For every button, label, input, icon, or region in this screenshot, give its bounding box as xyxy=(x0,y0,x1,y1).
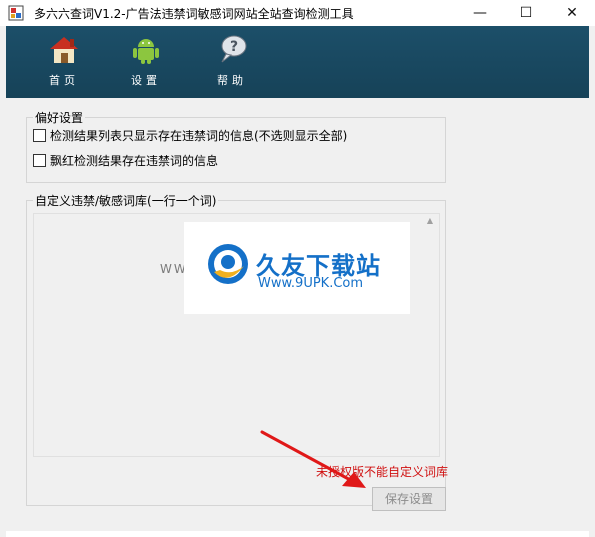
highlight-red-checkbox[interactable] xyxy=(33,154,46,167)
toolbar-home-button[interactable]: 首页 xyxy=(34,26,94,98)
close-button[interactable]: ✕ xyxy=(549,0,595,26)
filter-results-checkbox[interactable] xyxy=(33,129,46,142)
preferences-group: 偏好设置 xyxy=(26,109,446,183)
preferences-legend: 偏好设置 xyxy=(35,111,84,125)
window-title: 多六六查词V1.2-广告法违禁词敏感词网站全站查询检测工具 xyxy=(34,7,354,21)
lexicon-legend: 自定义违禁/敏感词库(一行一个词) xyxy=(35,194,217,208)
toolbar-settings-button[interactable]: 设置 xyxy=(116,26,176,98)
toolbar-settings-label: 设置 xyxy=(131,74,161,87)
toolbar-help-label: 帮助 xyxy=(217,74,247,87)
svg-text:?: ? xyxy=(230,39,238,55)
minimize-button[interactable]: — xyxy=(457,0,503,26)
toolbar-home-label: 首页 xyxy=(49,74,79,87)
maximize-button[interactable]: ☐ xyxy=(503,0,549,26)
save-settings-button[interactable]: 保存设置 xyxy=(372,487,446,511)
window-frame-right xyxy=(589,26,595,537)
highlight-red-label[interactable]: 飘红检测结果存在违禁词的信息 xyxy=(50,152,218,169)
android-icon xyxy=(133,39,159,64)
watermark-logo-icon xyxy=(208,244,248,284)
watermark-banner: 久友下载站 Www.9UPK.Com xyxy=(184,222,410,314)
toolbar-help-button[interactable]: ? 帮助 xyxy=(202,26,262,98)
scroll-up-arrow-icon[interactable]: ▲ xyxy=(423,215,437,227)
app-icon xyxy=(8,5,24,21)
main-toolbar: 首页 设置 ? 帮助 xyxy=(6,26,589,98)
filter-results-label[interactable]: 检测结果列表只显示存在违禁词的信息(不选则显示全部) xyxy=(50,127,347,144)
watermark-url: Www.9UPK.Com xyxy=(258,276,364,291)
help-bubble-icon: ? xyxy=(221,35,247,63)
red-arrow-annotation xyxy=(260,430,366,488)
house-icon xyxy=(50,37,78,63)
title-bar: 多六六查词V1.2-广告法违禁词敏感词网站全站查询检测工具 — ☐ ✕ xyxy=(0,0,595,26)
